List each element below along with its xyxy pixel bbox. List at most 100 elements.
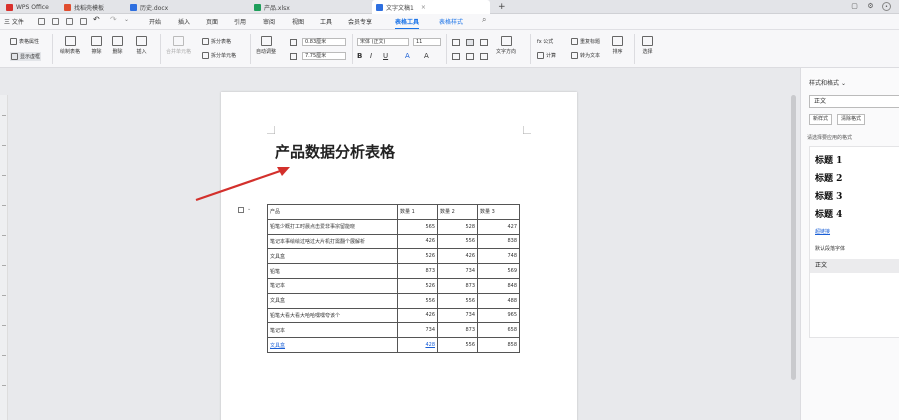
- redo-icon[interactable]: ↷: [110, 15, 117, 24]
- style-default-font[interactable]: 默认段落字体: [815, 245, 845, 252]
- search-icon[interactable]: ⌕: [482, 15, 486, 25]
- table-cell[interactable]: 笔记本: [267, 322, 398, 339]
- menu-view[interactable]: 视图: [292, 17, 304, 26]
- style-heading-2[interactable]: 标题 2: [815, 171, 842, 184]
- table-cell[interactable]: 文具盒: [267, 248, 398, 265]
- table-cell[interactable]: 873: [437, 322, 478, 339]
- menu-review[interactable]: 审阅: [263, 17, 275, 26]
- style-hyperlink[interactable]: 超链接: [815, 228, 830, 235]
- repeat-header-button[interactable]: 重复标题: [571, 38, 600, 45]
- table-row[interactable]: 铅笔大看大看大哈哈嘿嘿夸该个 426 734 965: [267, 307, 520, 324]
- table-row[interactable]: 笔记本 526 873 848: [267, 277, 520, 294]
- italic-icon[interactable]: I: [370, 52, 372, 60]
- scrollbar-thumb[interactable]: [791, 95, 796, 380]
- table-cell[interactable]: 铅笔: [267, 263, 398, 279]
- table-cell[interactable]: 734: [437, 263, 478, 279]
- table-cell[interactable]: 笔记本: [267, 277, 398, 294]
- align-right-icon[interactable]: [480, 53, 488, 60]
- table-cell[interactable]: 734: [397, 322, 438, 339]
- table-props-button[interactable]: 表格属性: [10, 38, 39, 45]
- style-normal[interactable]: 正文: [810, 259, 899, 273]
- autofit-button[interactable]: 自动调整: [256, 36, 276, 55]
- undo-icon[interactable]: ↶: [93, 15, 100, 24]
- align-bottom-icon[interactable]: [480, 39, 488, 46]
- table-row[interactable]: 铅笔 873 734 569: [267, 263, 520, 279]
- table-header-cell[interactable]: 数量 3: [477, 204, 520, 220]
- font-size-select[interactable]: 11: [413, 38, 441, 46]
- bold-icon[interactable]: B: [357, 52, 362, 60]
- table-cell[interactable]: 铅笔大看大看大哈哈嘿嘿夸该个: [267, 307, 398, 324]
- tab-wps-office[interactable]: WPS Office: [2, 0, 52, 14]
- cell-link[interactable]: 428: [425, 342, 435, 348]
- table-cell[interactable]: 铅笔少概打工时晨点击爱非事宗留能晓: [267, 218, 398, 235]
- chevron-down-icon[interactable]: ⌄: [124, 16, 129, 23]
- table-cell[interactable]: 838: [477, 233, 520, 250]
- settings-icon[interactable]: ⚙: [866, 2, 875, 11]
- table-cell[interactable]: 文具盒: [267, 292, 398, 309]
- draw-table-button[interactable]: 绘制表格: [60, 36, 80, 55]
- preview-icon[interactable]: [80, 18, 87, 25]
- avatar[interactable]: •: [882, 2, 891, 11]
- merge-cells-button[interactable]: 合并单元格: [166, 36, 191, 55]
- table-cell[interactable]: 658: [477, 322, 520, 339]
- table-cell[interactable]: 528: [437, 218, 478, 235]
- save-icon[interactable]: [38, 18, 45, 25]
- table-cell[interactable]: 556: [437, 292, 478, 309]
- table-row[interactable]: 文具盒 526 426 748: [267, 248, 520, 265]
- table-row[interactable]: 文具盒 556 556 488: [267, 292, 520, 309]
- table-cell[interactable]: 734: [437, 307, 478, 324]
- table-cell[interactable]: 569: [477, 263, 520, 279]
- window-tile-icon[interactable]: ▢: [850, 2, 859, 11]
- table-row[interactable]: 铅笔少概打工时晨点击爱非事宗留能晓 565 528 427: [267, 218, 520, 235]
- file-menu[interactable]: 三 文件: [4, 17, 24, 26]
- table-cell[interactable]: 428: [397, 337, 438, 353]
- table-cell[interactable]: 426: [397, 233, 438, 250]
- table-cell[interactable]: 笔记本事绘绘过啥过大片机打需翻个展解析: [267, 233, 398, 250]
- table-cell[interactable]: 748: [477, 248, 520, 265]
- menu-table-tools[interactable]: 表格工具: [395, 17, 420, 29]
- highlight-icon[interactable]: A: [424, 52, 429, 60]
- vertical-scrollbar[interactable]: [790, 95, 797, 420]
- chevron-down-icon[interactable]: ⌄: [247, 206, 251, 212]
- table-cell[interactable]: 556: [437, 233, 478, 250]
- menu-table-style[interactable]: 表格样式: [439, 17, 463, 26]
- product-table[interactable]: 产品 数量 1 数量 2 数量 3 铅笔少概打工时晨点击爱非事宗留能晓 565 528 427…: [267, 204, 520, 353]
- underline-icon[interactable]: U: [383, 52, 388, 60]
- new-tab-button[interactable]: +: [494, 0, 508, 14]
- row-height-input[interactable]: 0.83厘米: [302, 38, 346, 46]
- document-page[interactable]: 产品数据分析表格 ⌄ 产品 数量 1 数量 2 数量 3 铅笔少概打工时晨点击爱非事宗留…: [221, 92, 577, 420]
- document-title[interactable]: 产品数据分析表格: [275, 141, 395, 162]
- tab-history-doc[interactable]: 历史.docx: [126, 0, 246, 14]
- insert-button[interactable]: 插入: [136, 36, 147, 55]
- split-table-button[interactable]: 拆分表格: [202, 38, 231, 45]
- table-cell[interactable]: 848: [477, 277, 520, 294]
- delete-button[interactable]: 删除: [112, 36, 123, 55]
- tab-product-xlsx[interactable]: 产品.xlsx: [250, 0, 368, 14]
- panel-title[interactable]: 样式和格式 ⌄: [809, 78, 846, 87]
- new-style-button[interactable]: 新样式: [809, 114, 833, 125]
- table-move-handle-icon[interactable]: [238, 207, 244, 213]
- clear-format-button[interactable]: 清除格式: [837, 114, 866, 125]
- table-cell[interactable]: 873: [397, 263, 438, 279]
- menu-reference[interactable]: 引用: [234, 17, 246, 26]
- menu-member[interactable]: 会员专享: [348, 17, 372, 26]
- table-header-row[interactable]: 产品 数量 1 数量 2 数量 3: [267, 204, 520, 220]
- table-row[interactable]: 笔记本事绘绘过啥过大片机打需翻个展解析 426 556 838: [267, 233, 520, 250]
- table-row[interactable]: 文具盒 428 556 858: [267, 337, 520, 353]
- to-text-button[interactable]: 转为文本: [571, 52, 600, 59]
- print-icon[interactable]: [66, 18, 73, 25]
- tab-template[interactable]: 找稻壳模板: [60, 0, 122, 14]
- table-cell[interactable]: 565: [397, 218, 438, 235]
- split-cell-button[interactable]: 拆分单元格: [202, 52, 236, 59]
- table-cell[interactable]: 526: [397, 277, 438, 294]
- table-cell[interactable]: 427: [477, 218, 520, 235]
- table-header-cell[interactable]: 数量 2: [437, 204, 478, 220]
- table-cell[interactable]: 858: [477, 337, 520, 353]
- cell-link[interactable]: 文具盒: [270, 343, 285, 349]
- table-cell[interactable]: 488: [477, 292, 520, 309]
- font-name-select[interactable]: 宋体 (正文): [357, 38, 409, 46]
- export-icon[interactable]: [52, 18, 59, 25]
- menu-home[interactable]: 开始: [149, 17, 161, 26]
- table-header-cell[interactable]: 数量 1: [397, 204, 438, 220]
- font-color-icon[interactable]: A: [405, 52, 410, 60]
